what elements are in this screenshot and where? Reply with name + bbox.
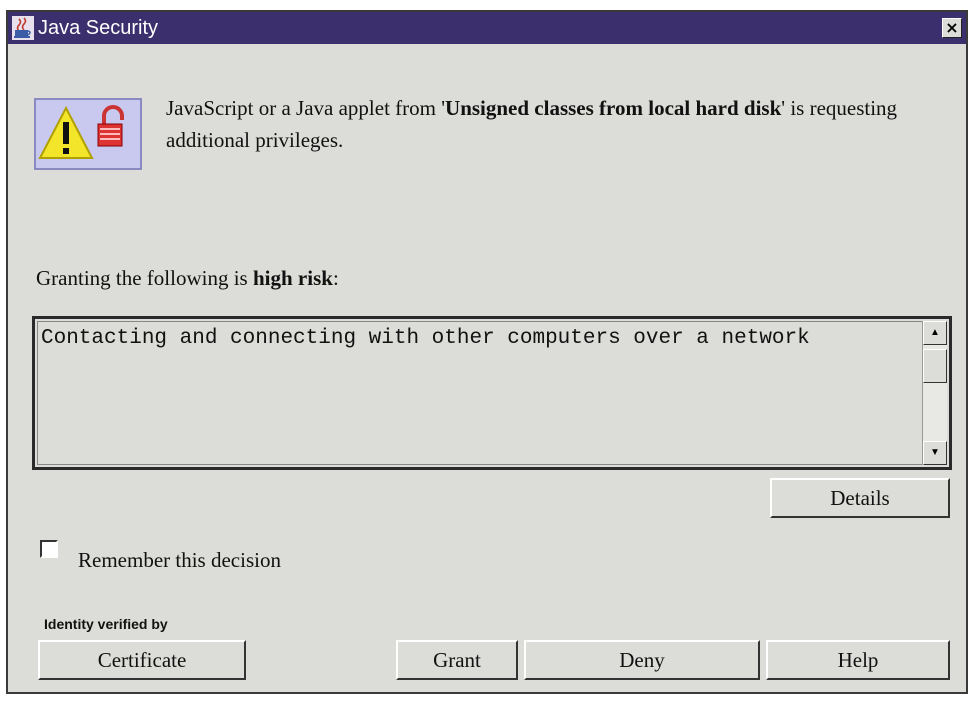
message-source: Unsigned classes from local hard disk <box>445 96 782 120</box>
scroll-up-arrow-icon[interactable]: ▲ <box>923 321 947 345</box>
remember-label[interactable]: Remember this decision <box>78 548 281 573</box>
help-button[interactable]: Help <box>766 640 950 680</box>
risk-level: high risk <box>252 266 333 290</box>
java-cup-icon <box>12 16 34 40</box>
window-title: Java Security <box>38 17 159 39</box>
risk-suffix: : <box>332 266 339 290</box>
details-button[interactable]: Details <box>770 478 950 518</box>
title-bar[interactable]: Java Security × <box>8 12 966 44</box>
permission-item[interactable]: Contacting and connecting with other com… <box>41 327 810 350</box>
identity-verified-label: Identity verified by <box>44 616 168 632</box>
grant-button[interactable]: Grant <box>396 640 518 680</box>
scroll-thumb[interactable] <box>923 349 947 383</box>
close-button[interactable]: × <box>942 18 962 38</box>
permission-list[interactable]: Contacting and connecting with other com… <box>32 316 952 470</box>
warning-lock-icon <box>34 98 142 170</box>
risk-prefix: Granting the following is <box>36 266 253 290</box>
permission-scrollbar[interactable]: ▲ ▼ <box>922 321 947 465</box>
risk-label: Granting the following is high risk: <box>36 266 339 291</box>
message-prefix: JavaScript or a Java applet from ' <box>166 96 446 120</box>
privilege-request-message: JavaScript or a Java applet from 'Unsign… <box>166 92 956 156</box>
scroll-down-arrow-icon[interactable]: ▼ <box>923 441 947 465</box>
certificate-button[interactable]: Certificate <box>38 640 246 680</box>
remember-checkbox[interactable] <box>40 540 58 558</box>
deny-button[interactable]: Deny <box>524 640 760 680</box>
java-security-dialog: Java Security × JavaScript or a Java app… <box>6 10 968 694</box>
